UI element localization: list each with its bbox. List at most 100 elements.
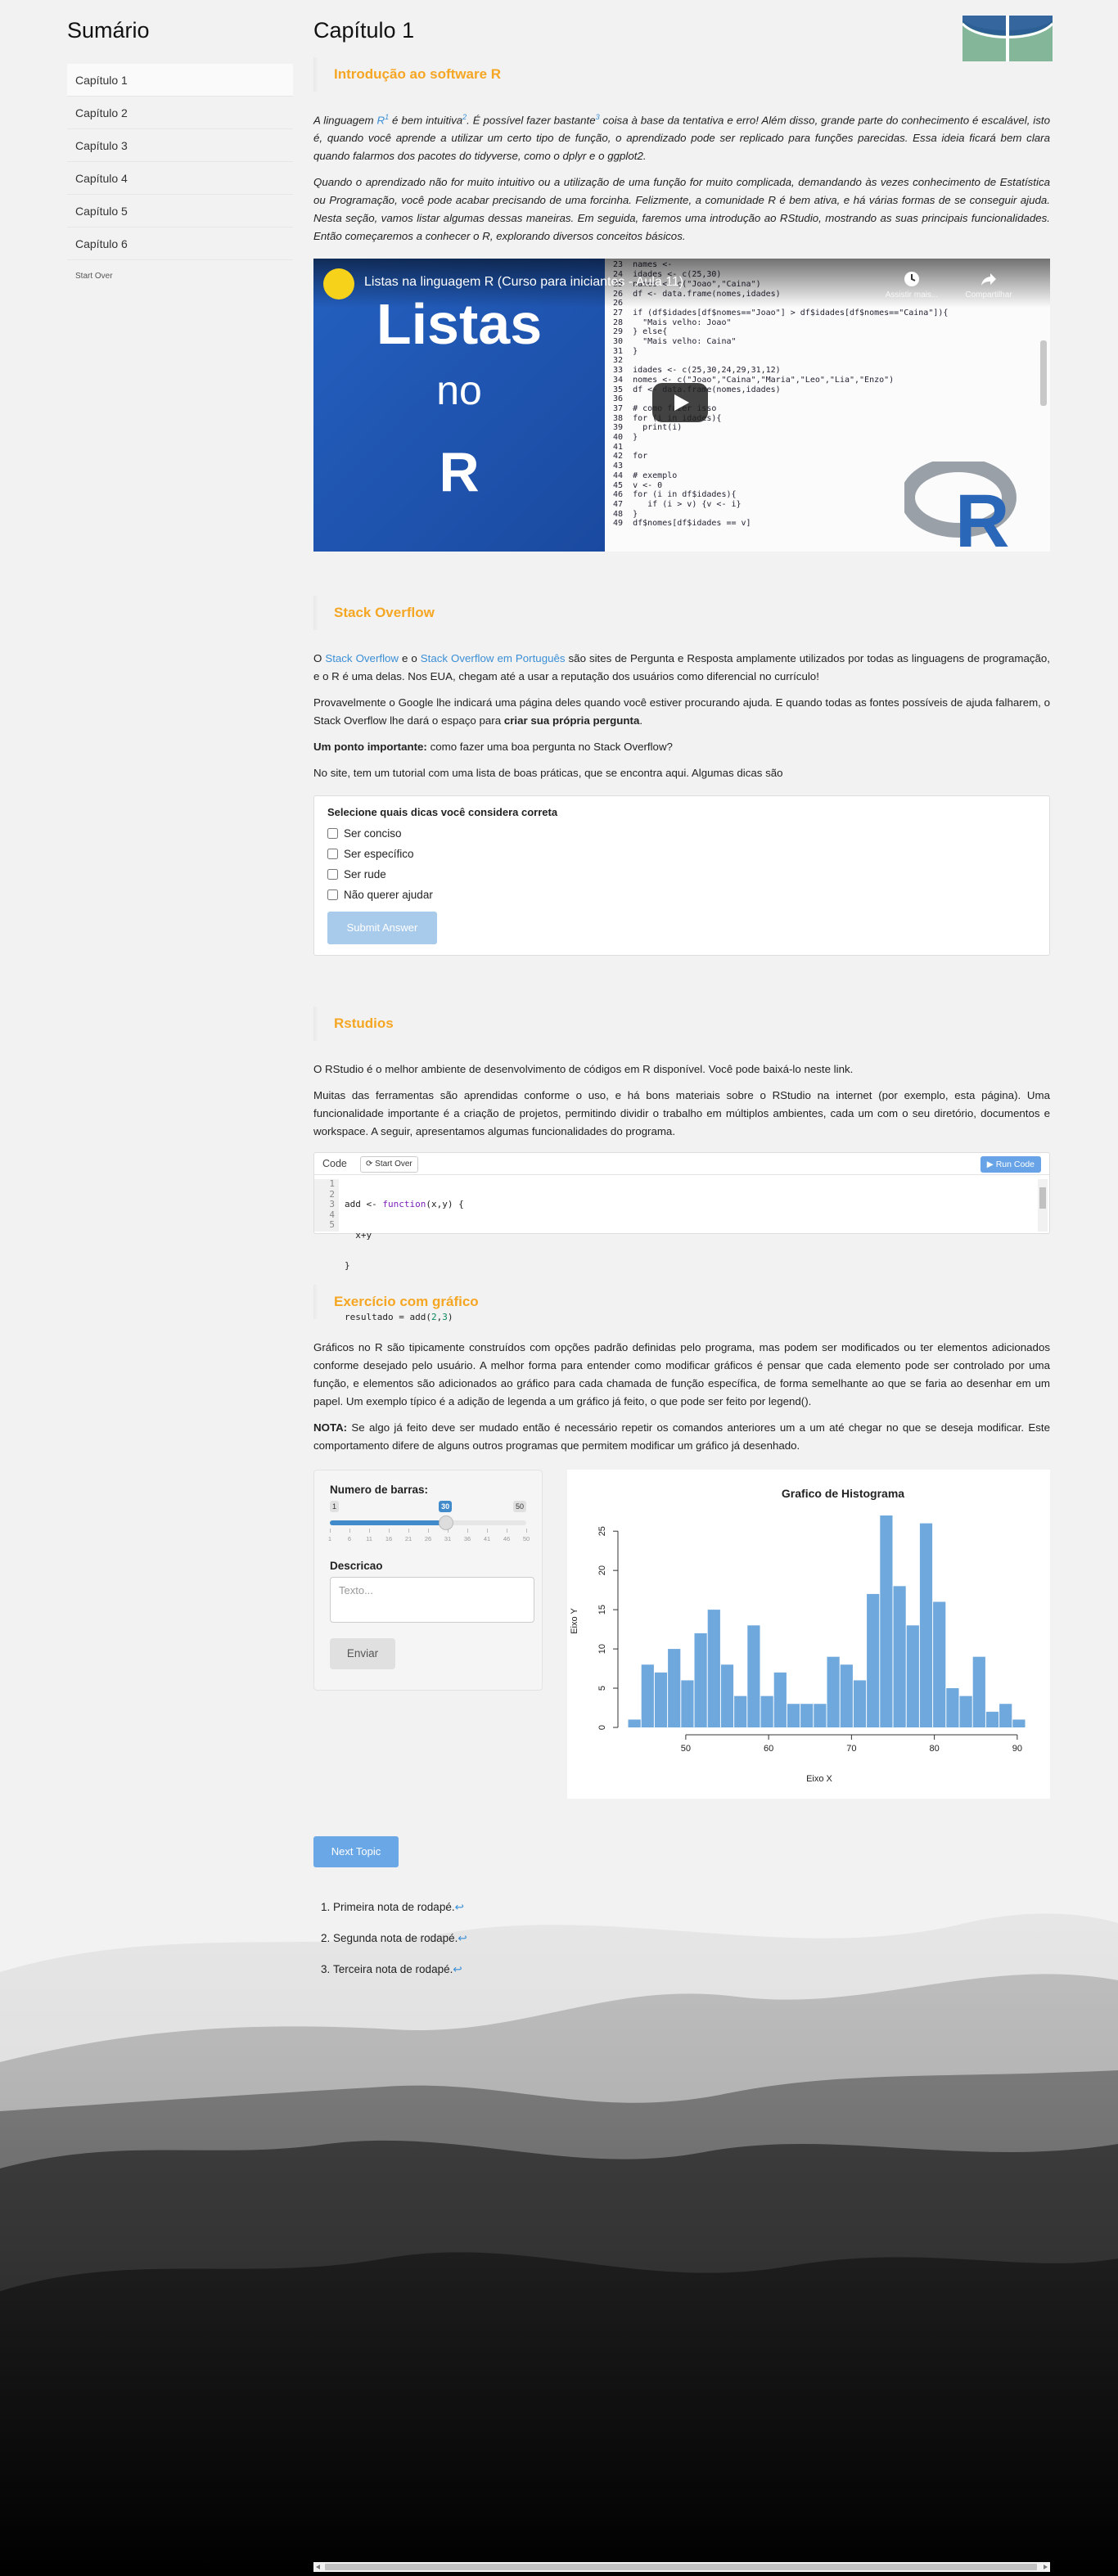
histogram-bar (840, 1664, 853, 1728)
play-button[interactable] (652, 383, 708, 423)
code-label: Code (322, 1158, 347, 1170)
histogram-bar (1012, 1719, 1026, 1728)
chapter-title: Capítulo 1 (313, 18, 415, 43)
graph-paragraph-1: Gráficos no R são tipicamente construído… (313, 1341, 1050, 1408)
share-button[interactable]: Compartilhar (960, 270, 1017, 299)
quiz-checkbox[interactable] (327, 889, 338, 901)
university-logo (962, 16, 1053, 61)
slider-tick-label: 46 (503, 1535, 511, 1543)
y-tick-label: 20 (597, 1565, 607, 1575)
histogram-bar (654, 1673, 668, 1728)
send-button[interactable]: Enviar (330, 1638, 395, 1670)
y-tick-label: 15 (597, 1605, 607, 1615)
graph-section-title: Exercício com gráfico (313, 1285, 1050, 1320)
stack-overflow-pt-link[interactable]: Stack Overflow em Português (421, 652, 566, 664)
video-code-scrollbar (1040, 340, 1047, 407)
code-editor[interactable]: 1 2 3 4 5 add <- function(x,y) { x+y } r… (314, 1179, 1035, 1322)
histogram-bar (893, 1586, 906, 1728)
quiz-option[interactable]: Não querer ajudar (327, 885, 1036, 905)
watch-later-button[interactable]: Assistir mais... (883, 270, 940, 299)
sidebar-item-capitulo-5[interactable]: Capítulo 5 (67, 195, 293, 227)
youtube-video-embed[interactable]: Listas no R 23 names <-24 idades <- c(25… (313, 259, 1050, 552)
stack-overflow-section: Stack Overflow O Stack Overflow e o Stac… (313, 596, 1050, 957)
video-title[interactable]: Listas na linguagem R (Curso para inicia… (364, 275, 683, 290)
histogram-bar (853, 1680, 867, 1728)
slider-tick (448, 1529, 449, 1533)
footnote-text: Terceira nota de rodapé. (333, 1963, 453, 1976)
x-tick-label: 60 (764, 1744, 773, 1754)
quiz-option[interactable]: Ser específico (327, 844, 1036, 864)
graph-section: Exercício com gráfico Gráficos no R são … (313, 1285, 1050, 1799)
footnote-item: Primeira nota de rodapé.↩ (333, 1892, 1050, 1923)
histogram-bar (720, 1664, 734, 1728)
quiz-option[interactable]: Ser conciso (327, 823, 1036, 844)
stack-overflow-link[interactable]: Stack Overflow (325, 652, 399, 664)
exercise-toolbar: Code ⟳ Start Over ▶ Run Code (314, 1153, 1049, 1176)
sidebar-item-capitulo-1[interactable]: Capítulo 1 (67, 64, 293, 97)
background-mountains (0, 1913, 1118, 2576)
quiz-option-label: Ser conciso (344, 827, 402, 840)
quiz-checkbox[interactable] (327, 869, 338, 880)
video-code-line: 40 } (613, 433, 638, 443)
text-span: . É possível fazer bastante (467, 114, 596, 127)
x-tick-label: 90 (1012, 1744, 1022, 1754)
horizontal-scrollbar[interactable] (313, 2562, 1050, 2572)
y-axis-label: Eixo Y (570, 1608, 579, 1634)
intro-section: Introdução ao software R A linguagem R1 … (313, 57, 1050, 552)
text-span: Provavelmente o Google lhe indicará uma … (313, 696, 1050, 727)
scrollbar-thumb[interactable] (325, 2564, 1037, 2570)
footnote-back-link[interactable]: ↩ (455, 1901, 464, 1913)
description-input[interactable] (330, 1577, 534, 1624)
bold-text: criar sua própria pergunta (503, 714, 640, 727)
editor-scrollbar[interactable] (1038, 1179, 1048, 1232)
video-code-line: 42 for (613, 452, 648, 462)
histogram-bar (814, 1704, 827, 1728)
slider-label: Numero de barras: (330, 1484, 429, 1497)
sidebar-item-capitulo-4[interactable]: Capítulo 4 (67, 162, 293, 195)
svg-text:R: R (955, 480, 1009, 552)
histogram-bar (707, 1610, 720, 1728)
main-content: Capítulo 1 Introdução ao software R A li… (313, 18, 1050, 1985)
r-link[interactable]: R (377, 114, 385, 126)
stack-paragraph-2: Provavelmente o Google lhe indicará uma … (313, 694, 1050, 730)
quiz-checkbox[interactable] (327, 849, 338, 860)
video-code-line: 32 (613, 356, 624, 366)
bars-slider[interactable]: 1 50 30 1 6 11 16 21 26 31 36 41 46 50 (328, 1501, 530, 1560)
histogram-bar (760, 1696, 773, 1728)
video-code-line: 27 if (df$idades[df$nomes=="Joao"] > df$… (613, 308, 949, 317)
histogram-bar (880, 1515, 893, 1728)
submit-answer-button[interactable]: Submit Answer (327, 912, 437, 945)
next-topic-button[interactable]: Next Topic (313, 1836, 399, 1868)
sidebar-item-capitulo-6[interactable]: Capítulo 6 (67, 227, 293, 260)
sidebar-item-capitulo-2[interactable]: Capítulo 2 (67, 97, 293, 129)
clock-icon (904, 272, 919, 287)
scroll-left-arrow[interactable] (316, 2565, 320, 2569)
histogram-bar (906, 1625, 919, 1728)
video-code-line: 30 "Mais velho: Caina" (613, 337, 737, 347)
stack-paragraph-3: Um ponto importante: como fazer uma boa … (313, 738, 1050, 756)
sidebar: Sumário Capítulo 1 Capítulo 2 Capítulo 3… (67, 18, 293, 281)
quiz-checkbox[interactable] (327, 828, 338, 840)
exercise-start-over-button[interactable]: ⟳ Start Over (360, 1156, 418, 1173)
footnote-back-link[interactable]: ↩ (458, 1932, 467, 1944)
footnote-text: Primeira nota de rodapé. (333, 1901, 455, 1914)
stack-paragraph-4: No site, tem um tutorial com uma lista d… (313, 767, 783, 780)
histogram-bar (827, 1657, 840, 1728)
histogram-bar (999, 1704, 1012, 1728)
sidebar-item-capitulo-3[interactable]: Capítulo 3 (67, 129, 293, 162)
slider-tick-label: 21 (404, 1535, 412, 1543)
y-tick-label: 0 (597, 1725, 607, 1730)
run-code-button[interactable]: ▶ Run Code (980, 1156, 1041, 1173)
histogram-bar (867, 1594, 880, 1728)
scroll-right-arrow[interactable] (1044, 2565, 1048, 2569)
slider-tick (408, 1529, 409, 1533)
input-panel: Numero de barras: 1 50 30 1 6 11 16 21 26 31 36… (313, 1470, 543, 1691)
stack-section-title: Stack Overflow (313, 596, 1050, 631)
footnote-item: Terceira nota de rodapé.↩ (333, 1954, 1050, 1985)
start-over-link[interactable]: Start Over (67, 272, 293, 281)
quiz-option[interactable]: Ser rude (327, 864, 1036, 885)
footnote-back-link[interactable]: ↩ (453, 1963, 462, 1975)
quiz-option-label: Ser rude (344, 868, 386, 881)
run-code-label: Run Code (995, 1160, 1035, 1170)
histogram-bar (985, 1712, 999, 1728)
